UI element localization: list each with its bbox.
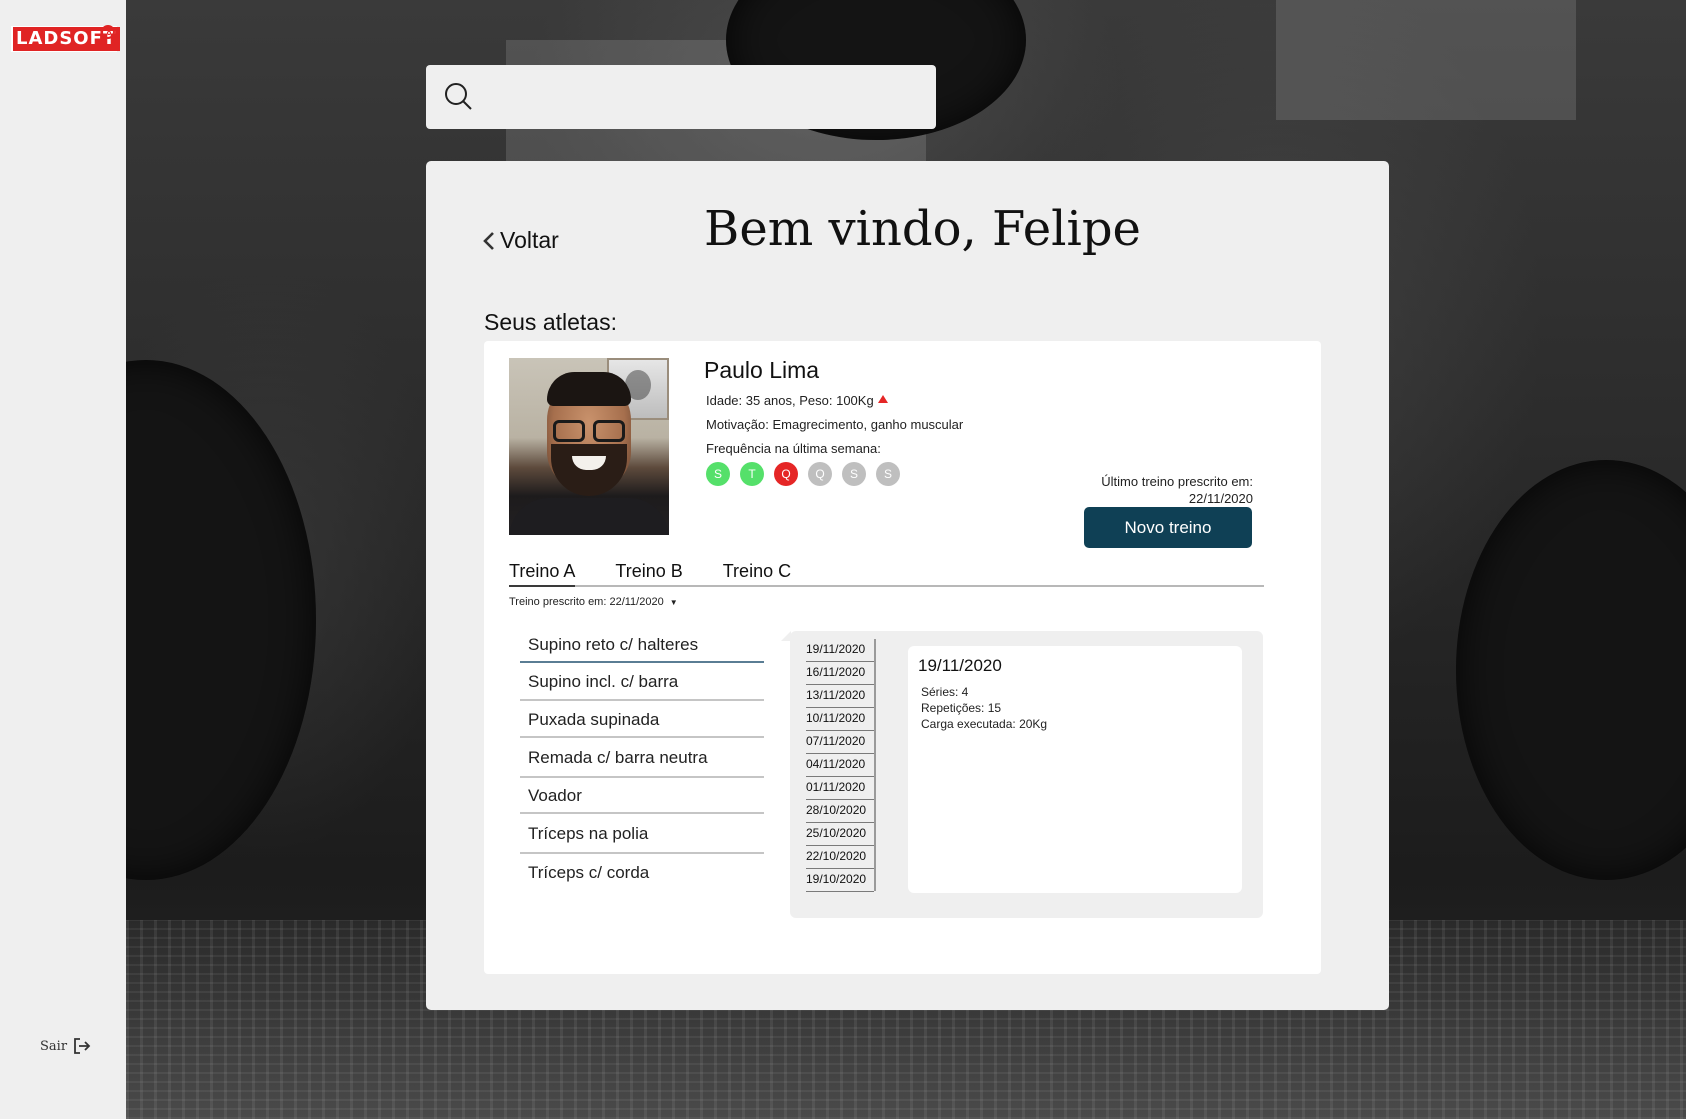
weight-up-icon [877, 395, 888, 403]
exercise-item[interactable]: Supino reto c/ halteres [520, 626, 764, 663]
athlete-name: Paulo Lima [704, 357, 820, 383]
search-icon [445, 83, 472, 110]
frequency-label: Frequência na última semana: [706, 441, 881, 456]
ladsoft-logo[interactable]: LADSOFT [11, 25, 121, 52]
history-date-item[interactable]: 28/10/2020 [806, 800, 874, 823]
detail-reps: Repetições: 15 [921, 701, 1002, 715]
history-date-item[interactable]: 10/11/2020 [806, 708, 874, 731]
new-workout-button[interactable]: Novo treino [1084, 507, 1252, 548]
bg-weight-plate [1456, 460, 1686, 880]
logout-button[interactable]: Sair [40, 1038, 91, 1054]
exercise-list: Supino reto c/ halteres Supino incl. c/ b… [520, 626, 764, 892]
athletes-section-title: Seus atletas: [484, 309, 617, 335]
page-title: Bem vindo, Felipe [704, 201, 1141, 257]
history-dates: 19/11/2020 16/11/2020 13/11/2020 10/11/2020… [806, 639, 876, 892]
last-prescribed-info: Último treino prescrito em: 22/11/2020 [1101, 473, 1253, 507]
history-date-item[interactable]: 01/11/2020 [806, 777, 874, 800]
athlete-age-weight: Idade: 35 anos, Peso: 100Kg [706, 393, 888, 408]
last-prescribed-date: 22/11/2020 [1188, 491, 1253, 506]
detail-series: Séries: 4 [921, 685, 969, 699]
prescribed-date-select[interactable]: Treino prescrito em: 22/11/2020 ▼ [509, 596, 678, 608]
bg-window [1276, 0, 1576, 120]
exercise-item[interactable]: Remada c/ barra neutra [520, 738, 764, 778]
photo-hair [547, 372, 631, 406]
frequency-day: S [706, 462, 730, 486]
history-panel: 19/11/2020 16/11/2020 13/11/2020 10/11/2020… [781, 631, 1263, 918]
age-weight-text: Idade: 35 anos, Peso: 100Kg [706, 393, 874, 408]
tab-treino-b[interactable]: Treino B [615, 561, 682, 585]
history-date-item[interactable]: 22/10/2020 [806, 846, 874, 869]
history-date-item[interactable]: 16/11/2020 [806, 662, 874, 685]
logout-icon [74, 1038, 91, 1054]
athlete-photo [509, 358, 669, 535]
photo-glasses [553, 420, 625, 442]
exercise-item[interactable]: Supino incl. c/ barra [520, 663, 764, 701]
logo-mark-icon [101, 25, 115, 39]
exercise-item[interactable]: Voador [520, 778, 764, 814]
frequency-day: S [876, 462, 900, 486]
detail-date: 19/11/2020 [918, 656, 1002, 675]
main-card: Voltar Bem vindo, Felipe Seus atletas: P… [426, 161, 1389, 1010]
workout-tabs: Treino A Treino B Treino C [509, 561, 1264, 587]
bg-weight-plate [126, 360, 316, 880]
prescribed-date-text: Treino prescrito em: 22/11/2020 [509, 596, 664, 608]
photo-beard [551, 444, 627, 496]
tab-treino-a[interactable]: Treino A [509, 561, 576, 587]
history-date-item[interactable]: 19/11/2020 [806, 639, 874, 662]
exercise-item[interactable]: Tríceps na polia [520, 814, 764, 854]
exercise-item[interactable]: Tríceps c/ corda [520, 854, 764, 892]
history-date-item[interactable]: 04/11/2020 [806, 754, 874, 777]
frequency-day: T [740, 462, 764, 486]
history-detail: 19/11/2020 Séries: 4 Repetições: 15 Carg… [908, 646, 1242, 893]
frequency-day: Q [808, 462, 832, 486]
tab-treino-c[interactable]: Treino C [723, 561, 791, 585]
search-input[interactable] [488, 77, 936, 117]
logout-label: Sair [40, 1038, 68, 1054]
exercise-item[interactable]: Puxada supinada [520, 701, 764, 738]
search-bar[interactable] [426, 65, 936, 129]
photo-shirt [509, 498, 669, 535]
history-date-item[interactable]: 19/10/2020 [806, 869, 874, 892]
detail-load: Carga executada: 20Kg [921, 717, 1048, 731]
last-prescribed-label: Último treino prescrito em: [1101, 474, 1253, 489]
athlete-card: Paulo Lima Idade: 35 anos, Peso: 100Kg M… [484, 341, 1321, 974]
weekly-frequency: STQQSS [706, 462, 900, 486]
athlete-motivation: Motivação: Emagrecimento, ganho muscular [706, 417, 964, 432]
caret-down-icon: ▼ [669, 598, 678, 607]
history-date-item[interactable]: 07/11/2020 [806, 731, 874, 754]
frequency-day: Q [774, 462, 798, 486]
history-date-item[interactable]: 25/10/2020 [806, 823, 874, 846]
history-date-item[interactable]: 13/11/2020 [806, 685, 874, 708]
frequency-day: S [842, 462, 866, 486]
sidebar: LADSOFT Sair [0, 0, 126, 1119]
